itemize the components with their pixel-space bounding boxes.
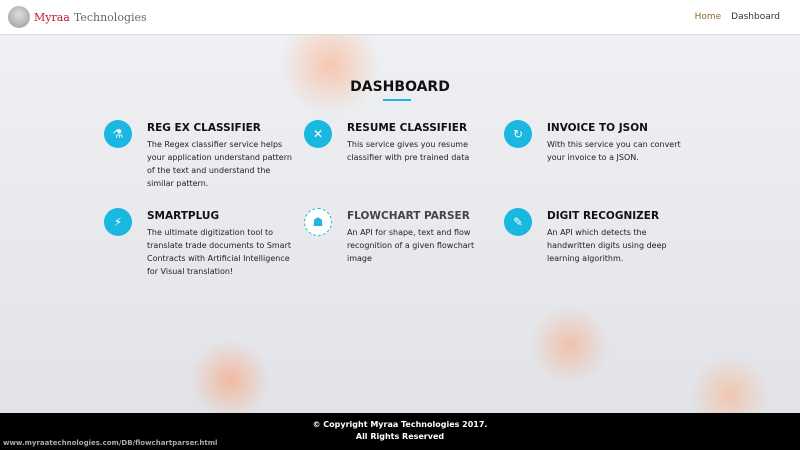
logo-text-2: Technologies: [73, 10, 147, 24]
service-resume-classifier[interactable]: ✕ RESUME CLASSIFIER This service gives y…: [304, 120, 494, 164]
logo-text-1: Myraa: [34, 10, 70, 24]
sitemap-icon[interactable]: ☗: [304, 208, 332, 236]
service-title[interactable]: RESUME CLASSIFIER: [347, 122, 494, 134]
service-flowchart-parser[interactable]: ☗ FLOWCHART PARSER An API for shape, tex…: [304, 208, 494, 265]
service-desc: With this service you can convert your i…: [547, 140, 681, 162]
logo[interactable]: Myraa Technologies: [8, 6, 147, 28]
service-desc: The Regex classifier service helps your …: [147, 140, 292, 188]
nav-dashboard[interactable]: Dashboard: [731, 12, 780, 22]
regex-icon[interactable]: ⚗: [104, 120, 132, 148]
service-smartplug[interactable]: ⚡ SMARTPLUG The ultimate digitization to…: [104, 208, 294, 278]
expand-icon[interactable]: ✕: [304, 120, 332, 148]
service-desc: This service gives you resume classifier…: [347, 140, 470, 162]
page-title: DASHBOARD: [350, 79, 450, 95]
edit-icon[interactable]: ✎: [504, 208, 532, 236]
copyright: © Copyright Myraa Technologies 2017.: [312, 420, 488, 429]
nav-home[interactable]: Home: [695, 12, 722, 22]
service-title[interactable]: FLOWCHART PARSER: [347, 210, 494, 222]
footer: © Copyright Myraa Technologies 2017. All…: [0, 413, 800, 450]
service-title[interactable]: INVOICE TO JSON: [547, 122, 694, 134]
navbar: Myraa Technologies Home Dashboard: [0, 0, 800, 35]
service-desc: An API which detects the handwritten dig…: [547, 228, 667, 263]
service-invoice-to-json[interactable]: ↻ INVOICE TO JSON With this service you …: [504, 120, 694, 164]
dashboard-section: DASHBOARD ⚗ REG EX CLASSIFIER The Regex …: [0, 35, 800, 413]
plug-icon[interactable]: ⚡: [104, 208, 132, 236]
refresh-icon[interactable]: ↻: [504, 120, 532, 148]
service-desc: An API for shape, text and flow recognit…: [347, 228, 475, 263]
title-underline: [383, 99, 411, 101]
service-title[interactable]: SMARTPLUG: [147, 210, 294, 222]
service-title[interactable]: REG EX CLASSIFIER: [147, 122, 294, 134]
service-regex-classifier[interactable]: ⚗ REG EX CLASSIFIER The Regex classifier…: [104, 120, 294, 190]
service-title[interactable]: DIGIT RECOGNIZER: [547, 210, 694, 222]
status-bar-url: www.myraatechnologies.com/DB/flowchartpa…: [0, 436, 221, 450]
service-digit-recognizer[interactable]: ✎ DIGIT RECOGNIZER An API which detects …: [504, 208, 694, 265]
service-desc: The ultimate digitization tool to transl…: [147, 228, 292, 276]
logo-icon: [8, 6, 30, 28]
